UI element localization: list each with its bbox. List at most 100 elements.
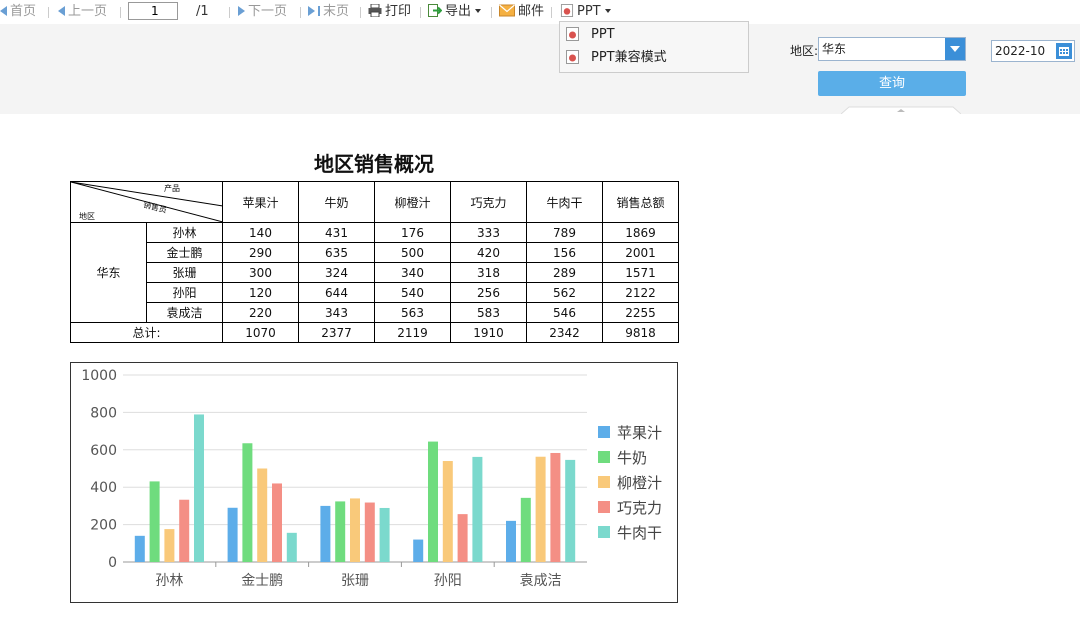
region-select[interactable]: 华东 <box>818 37 966 61</box>
legend-label: 柳橙汁 <box>617 474 662 492</box>
salesperson-cell: 孙阳 <box>146 282 223 303</box>
value-cell: 220 <box>222 302 299 323</box>
y-tick-label: 0 <box>108 555 117 571</box>
legend-swatch <box>598 451 610 463</box>
next-page-icon <box>238 6 245 16</box>
print-button[interactable]: 打印 <box>368 4 411 20</box>
page-number-input[interactable] <box>128 2 178 20</box>
column-header: 销售总额 <box>602 181 679 223</box>
query-button[interactable]: 查询 <box>818 71 966 96</box>
chevron-down-icon <box>475 9 482 13</box>
legend-label: 巧克力 <box>617 499 662 517</box>
chevron-down-icon <box>604 9 611 13</box>
export-icon <box>428 4 442 17</box>
last-page-icon <box>308 6 315 16</box>
column-header: 苹果汁 <box>222 181 299 223</box>
bar <box>550 452 561 562</box>
total-cell: 9818 <box>602 322 679 343</box>
value-cell: 420 <box>450 242 527 263</box>
value-cell: 2122 <box>602 282 679 303</box>
table-row: 华东 孙林 140 431 176 333 789 1869 <box>70 222 679 323</box>
legend-swatch <box>598 476 610 488</box>
x-tick-label: 张珊 <box>341 573 369 589</box>
x-tick-label: 孙林 <box>155 573 183 589</box>
value-cell: 1869 <box>602 222 679 243</box>
value-cell: 324 <box>298 262 375 283</box>
value-cell: 2255 <box>602 302 679 323</box>
x-tick-label: 袁成洁 <box>520 573 562 589</box>
value-cell: 256 <box>450 282 527 303</box>
table-row: 孙阳 120 644 540 256 562 2122 <box>71 282 679 303</box>
ppt-button[interactable]: PPT <box>560 4 611 20</box>
printer-icon <box>368 4 382 17</box>
total-label: 总计: <box>70 322 223 343</box>
export-button[interactable]: 导出 <box>428 4 482 20</box>
mail-button[interactable]: 邮件 <box>499 4 544 20</box>
bar <box>164 529 175 562</box>
bar <box>472 456 483 562</box>
toolbar-divider <box>48 7 49 18</box>
table-row: 袁成洁 220 343 563 583 546 2255 <box>71 302 679 323</box>
legend-label: 牛奶 <box>617 449 647 467</box>
legend-label: 苹果汁 <box>617 424 662 442</box>
x-tick-label: 金士鹏 <box>241 573 283 589</box>
menu-item-ppt[interactable]: PPT <box>566 25 615 45</box>
value-cell: 290 <box>222 242 299 263</box>
column-header: 柳橙汁 <box>374 181 451 223</box>
value-cell: 343 <box>298 302 375 323</box>
toolbar-divider <box>360 7 361 18</box>
report-toolbar: 首页 上一页 /1 下一页 末页 打印 导出 邮件 <box>0 0 1080 24</box>
prev-page-button[interactable]: 上一页 <box>58 4 107 20</box>
date-picker[interactable]: 2022-10 <box>991 40 1075 62</box>
collapse-handle[interactable] <box>841 106 961 114</box>
bar <box>272 483 282 562</box>
bar <box>335 501 346 562</box>
bar <box>428 441 438 562</box>
legend-swatch <box>598 426 610 438</box>
first-page-button[interactable]: 首页 <box>0 4 36 20</box>
bar <box>457 514 468 562</box>
salesperson-cell: 袁成洁 <box>146 302 223 323</box>
bar <box>565 459 576 562</box>
value-cell: 540 <box>374 282 451 303</box>
legend-swatch <box>598 526 610 538</box>
chevron-down-icon[interactable] <box>945 38 965 60</box>
value-cell: 546 <box>526 302 603 323</box>
bar <box>286 532 297 562</box>
y-tick-label: 600 <box>90 443 117 459</box>
toolbar-divider <box>229 7 230 18</box>
value-cell: 431 <box>298 222 375 243</box>
y-tick-label: 1000 <box>81 368 117 384</box>
total-cell: 1910 <box>450 322 527 343</box>
region-cell: 华东 <box>70 222 147 323</box>
y-tick-label: 200 <box>90 518 117 534</box>
value-cell: 583 <box>450 302 527 323</box>
calendar-icon[interactable] <box>1056 43 1072 59</box>
last-page-button[interactable]: 末页 <box>308 4 349 20</box>
value-cell: 635 <box>298 242 375 263</box>
value-cell: 318 <box>450 262 527 283</box>
toolbar-divider <box>300 7 301 18</box>
mail-icon <box>499 4 515 17</box>
bar <box>149 481 160 562</box>
toolbar-divider <box>120 7 121 18</box>
total-cell: 2377 <box>298 322 375 343</box>
value-cell: 562 <box>526 282 603 303</box>
value-cell: 120 <box>222 282 299 303</box>
report-title: 地区销售概况 <box>314 152 434 176</box>
legend-label: 牛肉干 <box>617 524 662 542</box>
bar <box>506 520 516 562</box>
first-page-icon <box>0 6 7 16</box>
value-cell: 289 <box>526 262 603 283</box>
column-header: 牛肉干 <box>526 181 603 223</box>
total-cell: 2342 <box>526 322 603 343</box>
x-tick-label: 孙阳 <box>434 573 462 589</box>
next-page-button[interactable]: 下一页 <box>238 4 287 20</box>
bar <box>535 456 546 562</box>
bar <box>442 461 453 562</box>
bar <box>227 507 238 562</box>
menu-item-ppt-compat[interactable]: PPT兼容模式 <box>566 48 667 68</box>
y-tick-label: 400 <box>90 480 117 496</box>
table-row: 张珊 300 324 340 318 289 1571 <box>71 262 679 283</box>
column-header: 巧克力 <box>450 181 527 223</box>
